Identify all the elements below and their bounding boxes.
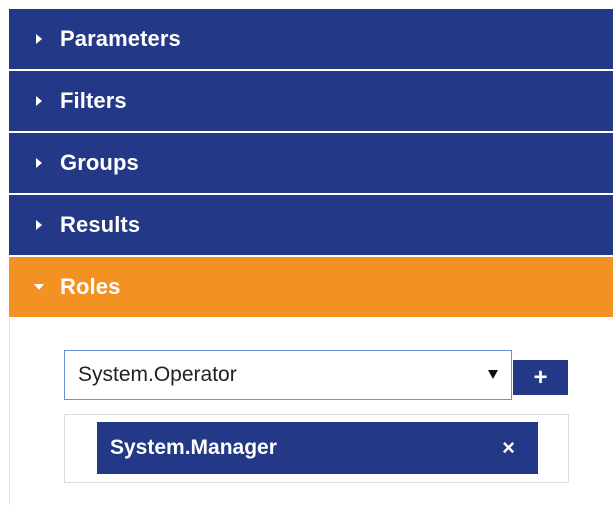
accordion-header-groups[interactable]: Groups (9, 133, 613, 193)
caret-right-icon (36, 220, 42, 230)
role-tag: System.Manager × (97, 422, 538, 474)
assigned-roles-list: System.Manager × (64, 414, 569, 483)
accordion-label: Results (60, 212, 141, 237)
accordion-label: Groups (60, 150, 139, 175)
accordion-label: Roles (60, 274, 121, 299)
accordion: Parameters Filters Groups Results Roles (9, 9, 613, 319)
caret-right-icon (36, 96, 42, 106)
role-tag-label: System.Manager (110, 436, 277, 459)
plus-icon: + (533, 363, 548, 391)
accordion-header-results[interactable]: Results (9, 195, 613, 255)
caret-right-icon (36, 34, 42, 44)
page: Parameters Filters Groups Results Roles … (0, 0, 613, 505)
role-select[interactable]: System.Operator (64, 350, 512, 400)
dropdown-arrow-icon (488, 370, 498, 379)
accordion-label: Parameters (60, 26, 181, 51)
caret-down-icon (34, 284, 44, 290)
accordion-header-roles[interactable]: Roles (9, 257, 613, 317)
add-role-button[interactable]: + (513, 360, 568, 395)
accordion-header-filters[interactable]: Filters (9, 71, 613, 131)
role-select-value: System.Operator (78, 363, 237, 386)
accordion-label: Filters (60, 88, 127, 113)
caret-right-icon (36, 158, 42, 168)
roles-panel: System.Operator + System.Manager × (9, 318, 613, 505)
close-icon[interactable]: × (502, 436, 515, 460)
accordion-header-parameters[interactable]: Parameters (9, 9, 613, 69)
